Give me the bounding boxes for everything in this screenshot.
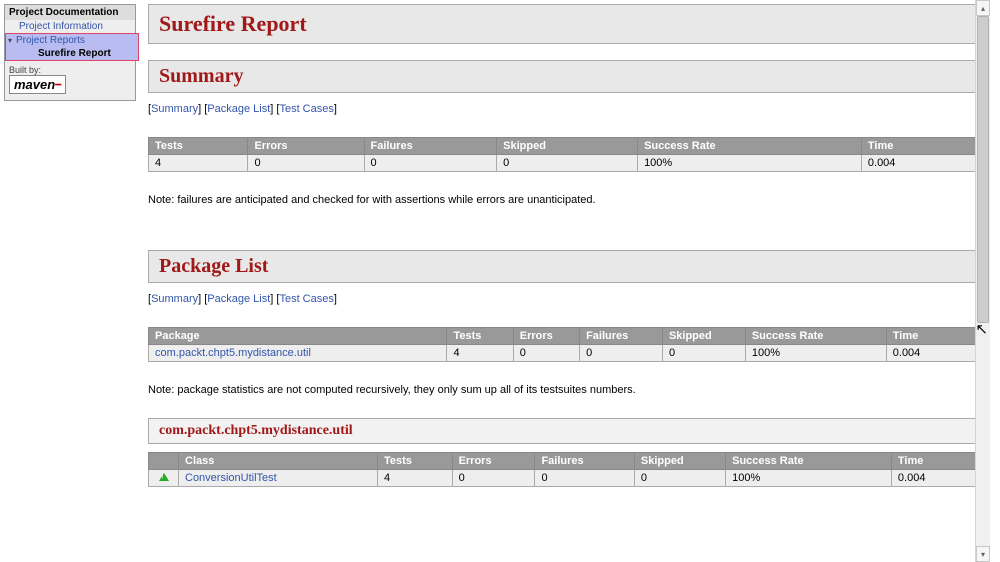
cell-time: 0.004 [886, 345, 977, 362]
success-icon [159, 473, 169, 481]
th-time-2: Time [886, 328, 977, 345]
built-by-label: Built by: [9, 65, 41, 75]
summary-table: Tests Errors Failures Skipped Success Ra… [148, 137, 978, 172]
sidebar-item-project-info[interactable]: Project Information [5, 20, 135, 33]
sidebar-item-surefire-report[interactable]: Surefire Report [6, 47, 138, 60]
packages-heading: Package List [159, 255, 967, 278]
th-skipped: Skipped [497, 138, 638, 155]
scroll-down-button[interactable]: ▾ [976, 546, 990, 562]
cell-time: 0.004 [891, 470, 977, 487]
scroll-track[interactable] [976, 16, 990, 546]
cell-rate: 100% [745, 345, 886, 362]
nav-links-2: [Summary] [Package List] [Test Cases] [148, 293, 978, 305]
sidebar: Project Documentation Project Informatio… [4, 4, 136, 558]
link-package-list-2[interactable]: Package List [207, 293, 270, 305]
th-rate-3: Success Rate [726, 453, 892, 470]
th-errors: Errors [248, 138, 364, 155]
table-row: ConversionUtilTest 4 0 0 0 100% 0.004 [149, 470, 978, 487]
th-tests-2: Tests [447, 328, 513, 345]
cell-rate: 100% [638, 155, 862, 172]
page-title-banner: Surefire Report [148, 4, 978, 44]
th-skipped-2: Skipped [662, 328, 745, 345]
th-time-3: Time [891, 453, 977, 470]
th-rate-2: Success Rate [745, 328, 886, 345]
cell-tests: 4 [377, 470, 452, 487]
th-tests: Tests [149, 138, 248, 155]
scroll-thumb[interactable] [977, 16, 989, 323]
cell-failures: 0 [535, 470, 634, 487]
cell-errors: 0 [513, 345, 579, 362]
page-title: Surefire Report [159, 11, 967, 37]
packages-heading-banner: Package List [148, 250, 978, 283]
sidebar-header: Project Documentation [5, 5, 135, 20]
th-failures: Failures [364, 138, 497, 155]
th-class: Class [179, 453, 378, 470]
package-link[interactable]: com.packt.chpt5.mydistance.util [155, 347, 311, 359]
cell-failures: 0 [580, 345, 663, 362]
packages-table: Package Tests Errors Failures Skipped Su… [148, 327, 978, 362]
th-blank [149, 453, 179, 470]
summary-heading-banner: Summary [148, 60, 978, 93]
cell-failures: 0 [364, 155, 497, 172]
th-failures-3: Failures [535, 453, 634, 470]
th-errors-3: Errors [452, 453, 535, 470]
class-table: Class Tests Errors Failures Skipped Succ… [148, 452, 978, 487]
scrollbar[interactable]: ▴ ▾ [975, 0, 990, 562]
th-time: Time [861, 138, 977, 155]
cell-errors: 0 [248, 155, 364, 172]
cell-tests: 4 [447, 345, 513, 362]
table-row: com.packt.chpt5.mydistance.util 4 0 0 0 … [149, 345, 978, 362]
scroll-up-button[interactable]: ▴ [976, 0, 990, 16]
cell-skipped: 0 [497, 155, 638, 172]
th-skipped-3: Skipped [634, 453, 725, 470]
package-detail-banner: com.packt.chpt5.mydistance.util [148, 418, 978, 444]
class-link[interactable]: ConversionUtilTest [185, 472, 277, 484]
packages-note: Note: package statistics are not compute… [148, 384, 978, 396]
th-tests-3: Tests [377, 453, 452, 470]
th-failures-2: Failures [580, 328, 663, 345]
cell-skipped: 0 [634, 470, 725, 487]
cell-rate: 100% [726, 470, 892, 487]
sidebar-footer: Built by: maven━ [5, 61, 135, 100]
th-rate: Success Rate [638, 138, 862, 155]
link-summary-2[interactable]: Summary [151, 293, 198, 305]
summary-note: Note: failures are anticipated and check… [148, 194, 978, 206]
cell-tests: 4 [149, 155, 248, 172]
cell-time: 0.004 [861, 155, 977, 172]
summary-heading: Summary [159, 65, 967, 88]
cell-errors: 0 [452, 470, 535, 487]
sidebar-item-project-reports[interactable]: Project Reports [6, 34, 138, 47]
maven-logo[interactable]: maven━ [9, 75, 66, 94]
th-errors-2: Errors [513, 328, 579, 345]
link-summary[interactable]: Summary [151, 103, 198, 115]
link-package-list[interactable]: Package List [207, 103, 270, 115]
nav-links-1: [Summary] [Package List] [Test Cases] [148, 103, 978, 115]
th-pkg: Package [149, 328, 447, 345]
cell-skipped: 0 [662, 345, 745, 362]
link-test-cases[interactable]: Test Cases [279, 103, 333, 115]
table-row: 4 0 0 0 100% 0.004 [149, 155, 978, 172]
link-test-cases-2[interactable]: Test Cases [279, 293, 333, 305]
package-detail-heading: com.packt.chpt5.mydistance.util [159, 423, 967, 439]
main-content: Surefire Report Summary [Summary] [Packa… [148, 4, 986, 558]
